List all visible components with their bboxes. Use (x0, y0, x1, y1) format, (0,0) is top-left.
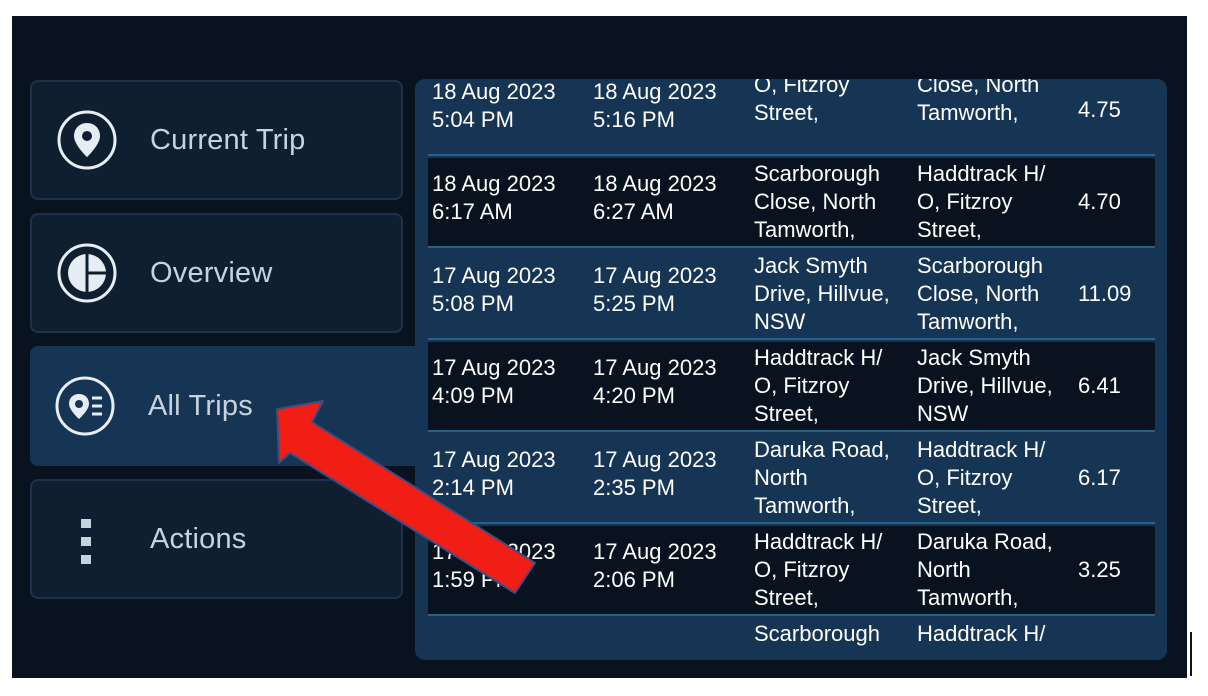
distance: 11.09 (1078, 281, 1132, 306)
nav-overview-label: Overview (150, 256, 273, 289)
nav-overview[interactable]: Overview (30, 213, 403, 333)
to-location: Haddtrack H/ O, Fitzroy Street, Tamworth… (917, 437, 1046, 522)
pin-list-icon (54, 375, 116, 437)
end-time: 17 Aug 2023 2:06 PM (593, 539, 717, 592)
app-screen: Current Trip Overview All Trips Actions … (12, 16, 1187, 678)
end-time: 17 Aug 2023 4:20 PM (593, 355, 717, 408)
end-time: 17 Aug 2023 5:25 PM (593, 263, 717, 316)
from-location: Haddtrack H/ O, Fitzroy Street, Tamworth… (754, 345, 883, 430)
from-location: Daruka Road, North Tamworth, NSW (754, 437, 890, 522)
location-pin-icon (56, 109, 118, 171)
from-location: Jack Smyth Drive, Hillvue, NSW (754, 253, 890, 334)
to-location: Scarborough Close, North Tamworth, NSW (917, 79, 1040, 129)
to-location: Scarborough Close, North Tamworth, NSW (917, 253, 1043, 338)
distance: 4.70 (1078, 189, 1121, 214)
start-time: 18 Aug 2023 5:04 PM (432, 79, 556, 132)
trip-row[interactable]: 17 Aug 2023 4:09 PM 17 Aug 2023 4:20 PM … (428, 342, 1155, 432)
distance: 4.75 (1078, 97, 1121, 122)
start-time: 17 Aug 2023 4:09 PM (432, 355, 556, 408)
nav-actions-label: Actions (150, 522, 247, 555)
trips-table[interactable]: 18 Aug 2023 5:04 PM 18 Aug 2023 5:16 PM … (415, 79, 1167, 660)
nav-all-trips-label: All Trips (148, 389, 253, 422)
to-location: Jack Smyth Drive, Hillvue, NSW (917, 345, 1053, 426)
start-time: 18 Aug 2023 6:17 AM (432, 171, 556, 224)
trip-row[interactable]: 18 Aug 2023 6:17 AM 18 Aug 2023 6:27 AM … (428, 158, 1155, 248)
more-vertical-icon (56, 508, 118, 570)
to-location: Daruka Road, North Tamworth, NSW (917, 529, 1053, 614)
edge-divider (1190, 632, 1192, 676)
to-location: Haddtrack H/ (917, 621, 1046, 646)
from-location: Haddtrack H/ O, Fitzroy Street, Tamworth… (754, 79, 855, 129)
distance: 6.17 (1078, 465, 1121, 490)
trip-row[interactable]: 17 Aug 2023 1:59 PM 17 Aug 2023 2:06 PM … (428, 526, 1155, 616)
trips-list[interactable]: 18 Aug 2023 5:04 PM 18 Aug 2023 5:16 PM … (428, 79, 1155, 647)
from-location: Scarborough Close, North Tamworth, NSW (754, 161, 880, 246)
nav-current-trip[interactable]: Current Trip (30, 80, 403, 200)
distance: 3.25 (1078, 557, 1121, 582)
to-location: Haddtrack H/ O, Fitzroy Street, Tamworth… (917, 161, 1046, 246)
from-location: Haddtrack H/ O, Fitzroy Street, Tamworth… (754, 529, 883, 614)
end-time: 18 Aug 2023 5:16 PM (593, 79, 717, 132)
from-location: Scarborough (754, 621, 880, 646)
distance: 6.41 (1078, 373, 1121, 398)
start-time: 17 Aug 2023 5:08 PM (432, 263, 556, 316)
end-time: 18 Aug 2023 6:27 AM (593, 171, 717, 224)
nav-all-trips[interactable]: All Trips (30, 346, 425, 466)
start-time: 17 Aug 2023 2:14 PM (432, 447, 556, 500)
nav-actions[interactable]: Actions (30, 479, 403, 599)
trip-row[interactable]: 18 Aug 2023 5:04 PM 18 Aug 2023 5:16 PM … (428, 79, 1155, 156)
end-time: 17 Aug 2023 2:35 PM (593, 447, 717, 500)
start-time: 17 Aug 2023 1:59 PM (432, 539, 556, 592)
nav-current-trip-label: Current Trip (150, 123, 306, 156)
pie-chart-icon (56, 242, 118, 304)
trip-row[interactable]: 17 Aug 2023 5:08 PM 17 Aug 2023 5:25 PM … (428, 250, 1155, 340)
trip-row[interactable]: 17 Aug 2023 2:14 PM 17 Aug 2023 2:35 PM … (428, 434, 1155, 524)
trip-row[interactable]: Scarborough Haddtrack H/ (428, 618, 1155, 647)
